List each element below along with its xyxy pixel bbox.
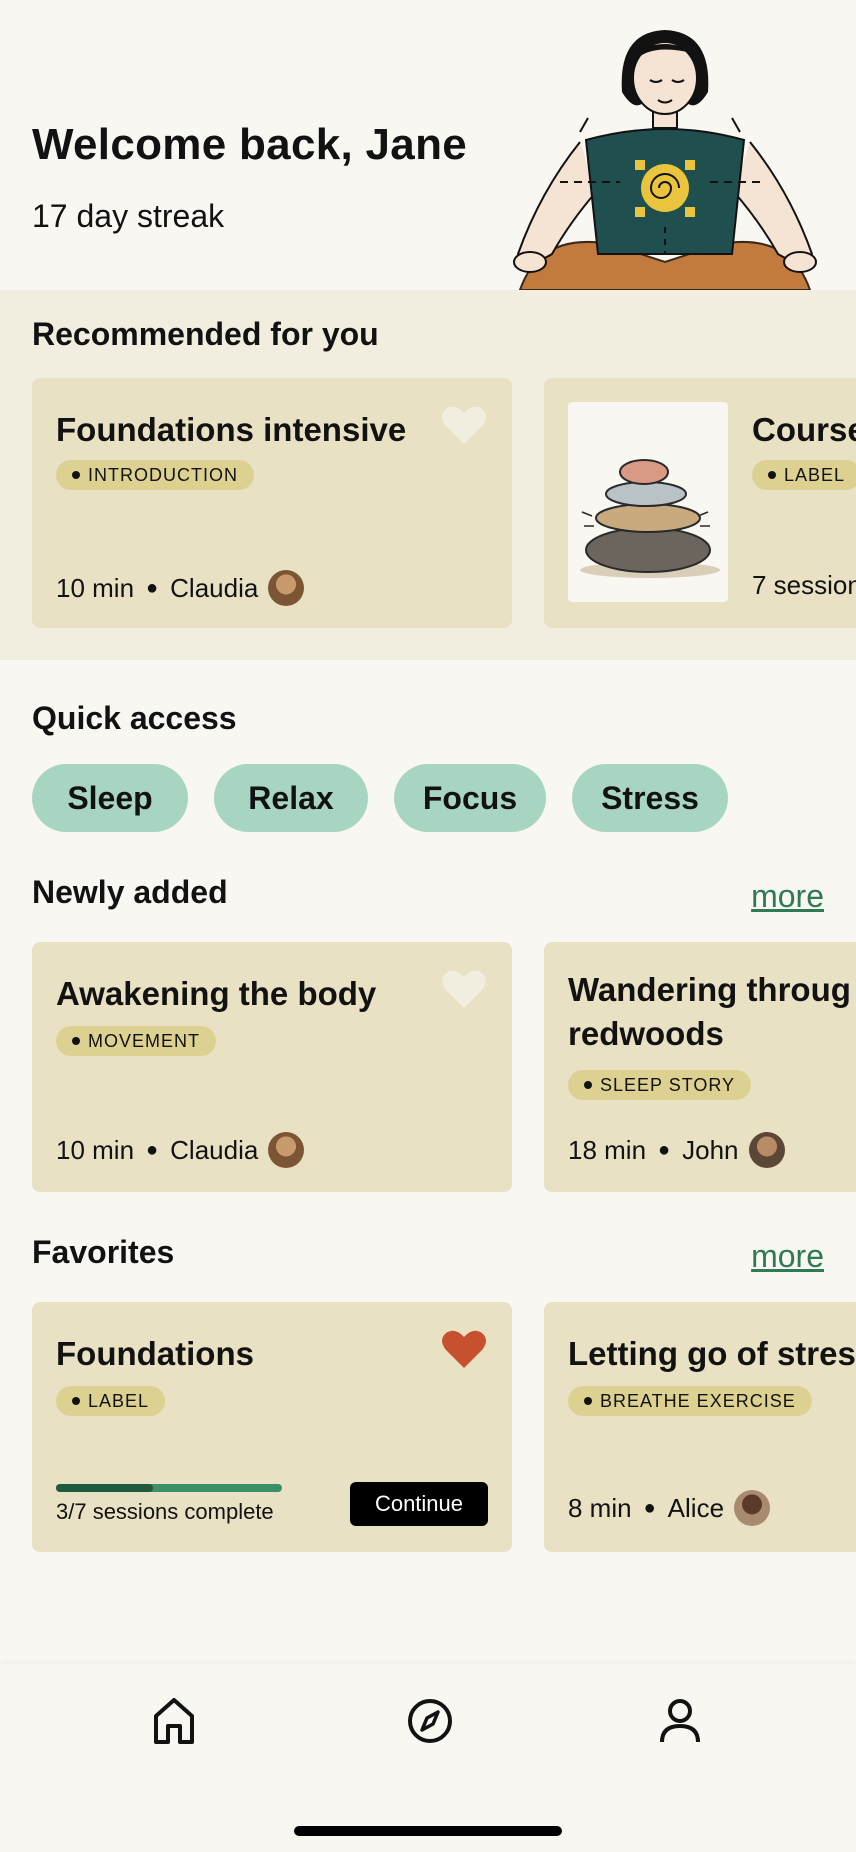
- separator-dot: ●: [146, 576, 159, 599]
- card-meta: 8 min ● Alice: [568, 1490, 771, 1526]
- recommended-title: Recommended for you: [32, 316, 379, 352]
- duration: 18 min: [568, 1134, 647, 1165]
- newly-added-title: Newly added: [32, 874, 228, 910]
- separator-dot: ●: [146, 1138, 159, 1161]
- duration: 8 min: [568, 1492, 632, 1523]
- continue-button[interactable]: Continue: [350, 1482, 488, 1526]
- card-title: Awakening the body: [56, 975, 377, 1012]
- heart-icon[interactable]: [440, 968, 488, 1010]
- card-title: Course: [752, 411, 856, 448]
- profile-icon[interactable]: [656, 1696, 704, 1746]
- favorite-card[interactable]: Foundations LABEL 3/7 sessions complete …: [32, 1302, 512, 1552]
- progress-text: 3/7 sessions complete: [56, 1499, 274, 1524]
- heart-icon[interactable]: [440, 1328, 488, 1370]
- card-meta: 10 min ● Claudia: [56, 1132, 305, 1168]
- quick-access-sleep[interactable]: Sleep: [32, 764, 188, 832]
- progress-bar: [56, 1484, 282, 1492]
- compass-icon[interactable]: [406, 1696, 454, 1746]
- recommended-card[interactable]: Course LABEL 7 session: [544, 378, 856, 628]
- heart-icon[interactable]: [440, 404, 488, 446]
- card-title: Foundations: [56, 1335, 254, 1372]
- quick-access-focus[interactable]: Focus: [394, 764, 546, 832]
- stones-image: [580, 459, 720, 578]
- category-tag: INTRODUCTION: [56, 460, 254, 490]
- separator-dot: ●: [643, 1496, 656, 1519]
- newly-added-card[interactable]: Awakening the body MOVEMENT 10 min ● Cla…: [32, 942, 512, 1192]
- category-tag: SLEEP STORY: [568, 1070, 752, 1100]
- card-meta: 7 session: [752, 570, 856, 600]
- card-title: Letting go of stress: [568, 1335, 856, 1372]
- duration: 10 min: [56, 572, 135, 603]
- category-tag: MOVEMENT: [56, 1026, 217, 1056]
- avatar: [734, 1490, 771, 1526]
- recommended-section: Recommended for you Foundations intensiv…: [0, 290, 856, 660]
- newly-added-more-link[interactable]: more: [751, 878, 824, 915]
- author-name: Claudia: [170, 1134, 259, 1165]
- duration: 10 min: [56, 1134, 135, 1165]
- card-thumbnail: [568, 402, 728, 602]
- home-indicator: [294, 1826, 562, 1836]
- favorites-more-link[interactable]: more: [751, 1238, 824, 1275]
- avatar: [748, 1132, 785, 1168]
- category-tag: LABEL: [56, 1386, 166, 1416]
- author-name: Alice: [667, 1492, 725, 1523]
- author-name: John: [682, 1134, 739, 1165]
- card-meta: 10 min ● Claudia: [56, 570, 305, 606]
- welcome-title: Welcome back, Jane: [32, 120, 468, 169]
- progress-fill: [56, 1484, 154, 1492]
- avatar: [268, 1132, 305, 1168]
- separator-dot: ●: [658, 1138, 671, 1161]
- favorite-card[interactable]: Letting go of stress BREATHE EXERCISE 8 …: [544, 1302, 856, 1552]
- avatar: [268, 570, 305, 606]
- quick-access-relax[interactable]: Relax: [214, 764, 368, 832]
- favorites-title: Favorites: [32, 1234, 175, 1270]
- author-name: Claudia: [170, 572, 259, 603]
- card-title-line2: redwoods: [568, 1015, 724, 1052]
- category-tag: LABEL: [752, 460, 856, 490]
- newly-added-card[interactable]: Wandering throug redwoods SLEEP STORY 18…: [544, 942, 856, 1192]
- card-meta: 18 min ● John: [568, 1132, 785, 1168]
- bottom-nav: [0, 1664, 856, 1852]
- streak-text: 17 day streak: [32, 198, 225, 234]
- meditation-illustration: [513, 30, 817, 290]
- quick-access-title: Quick access: [32, 700, 237, 736]
- recommended-card[interactable]: Foundations intensive INTRODUCTION 10 mi…: [32, 378, 512, 628]
- card-title-line1: Wandering throug: [568, 971, 851, 1008]
- category-tag: BREATHE EXERCISE: [568, 1386, 812, 1416]
- quick-access-stress[interactable]: Stress: [572, 764, 728, 832]
- home-icon[interactable]: [150, 1696, 198, 1746]
- header: Welcome back, Jane 17 day streak: [0, 0, 856, 290]
- card-title: Foundations intensive: [56, 411, 407, 448]
